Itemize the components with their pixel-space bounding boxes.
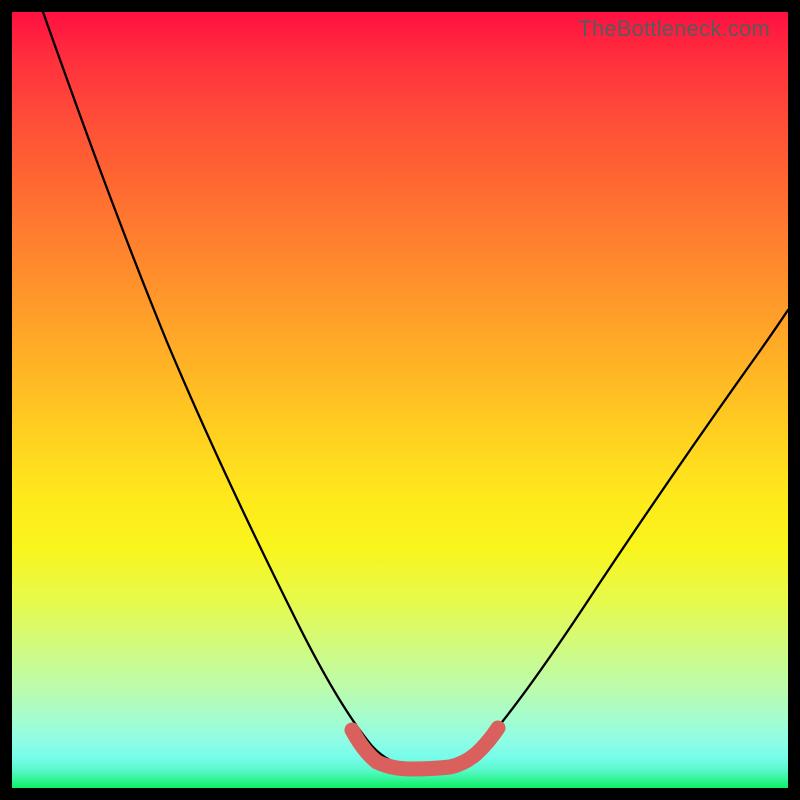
chart-svg bbox=[12, 12, 788, 788]
bottleneck-curve-line bbox=[43, 12, 788, 765]
chart-frame: TheBottleneck.com bbox=[0, 0, 800, 800]
chart-plot-area: TheBottleneck.com bbox=[12, 12, 788, 788]
